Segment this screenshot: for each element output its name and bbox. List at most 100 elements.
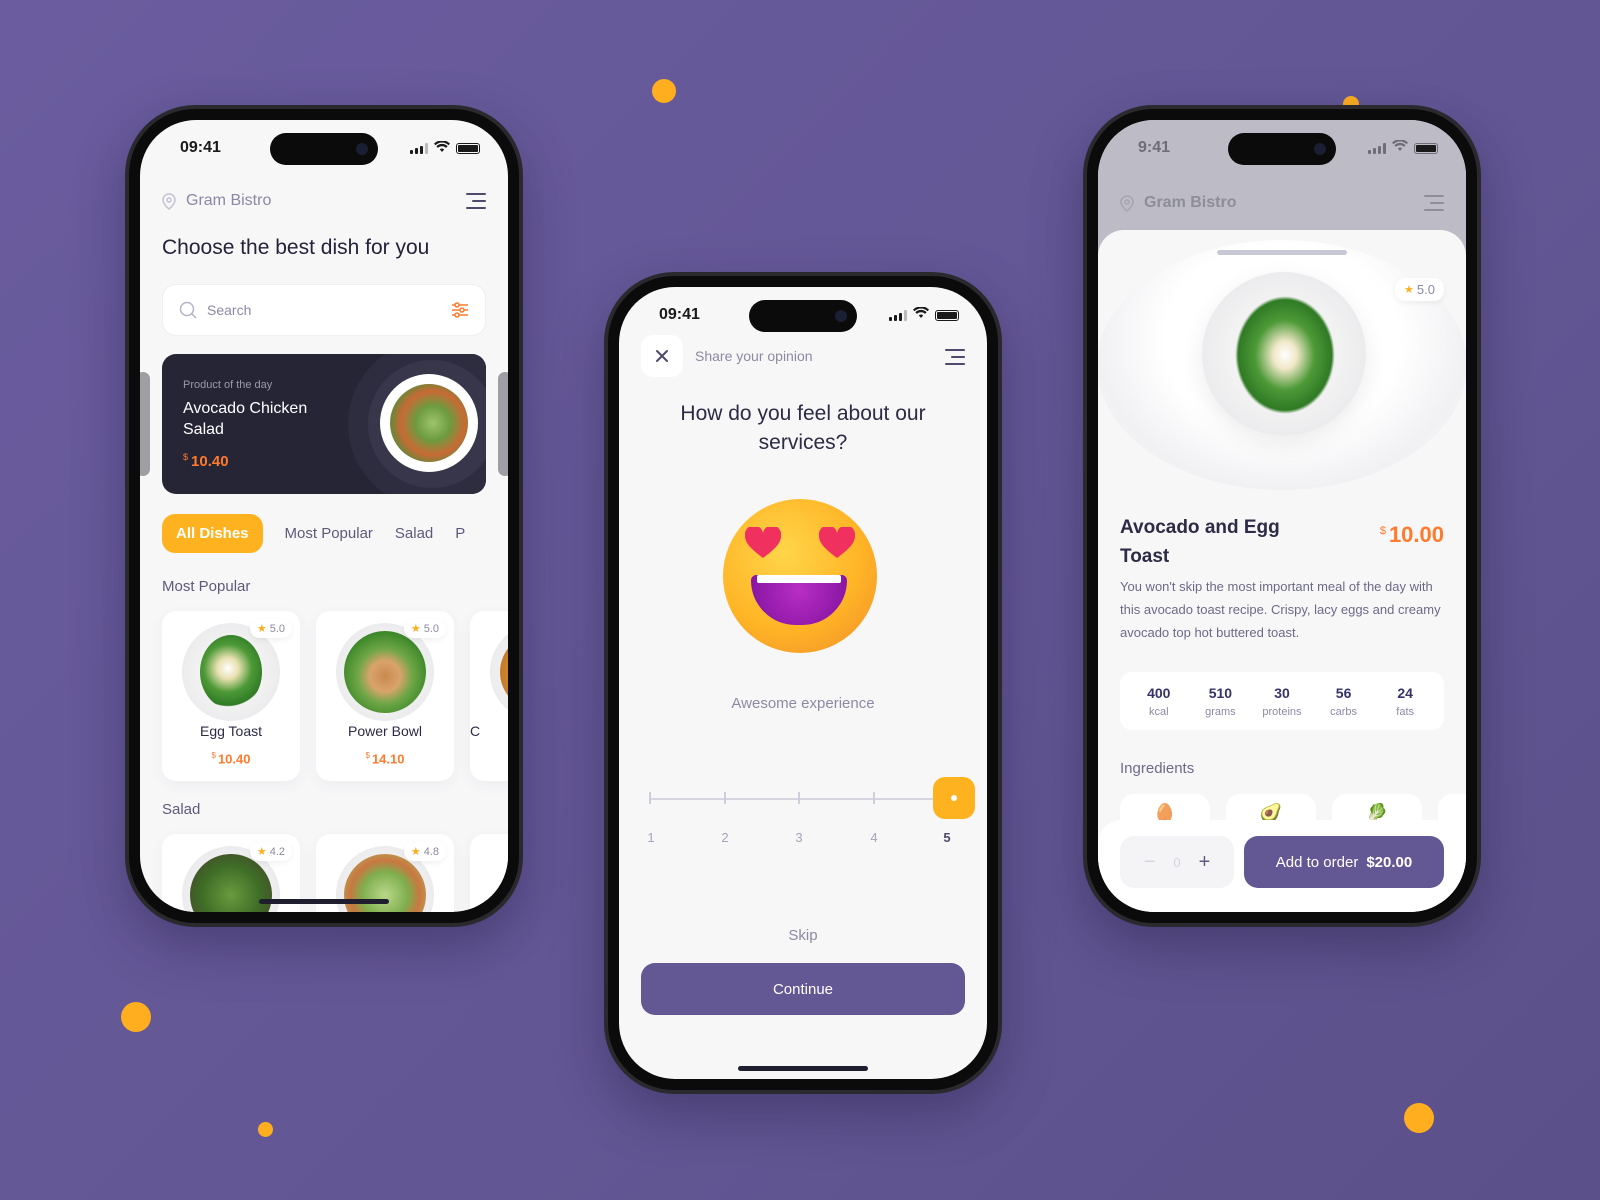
product-of-day-label: Product of the day — [183, 379, 273, 391]
location-name: Gram Bistro — [1144, 194, 1237, 211]
search-input[interactable]: Search — [162, 284, 486, 336]
location-pin-icon — [1120, 194, 1134, 212]
increase-button[interactable]: + — [1199, 851, 1211, 874]
filter-sliders-icon[interactable] — [451, 302, 469, 318]
feedback-label: Awesome experience — [731, 695, 875, 712]
decrease-button[interactable]: − — [1144, 851, 1156, 874]
screen-title: Share your opinion — [695, 348, 813, 364]
location-name: Gram Bistro — [186, 192, 272, 209]
decor-dot — [258, 1122, 273, 1137]
nutrition-item: 56 carbs — [1330, 684, 1358, 718]
phone-home: 09:41 ︎ Gram Bistro Choose the best dish… — [125, 105, 523, 927]
dish-name: Avocado and Egg Toast — [1120, 517, 1280, 567]
page-title: Choose the best dish for you — [162, 236, 430, 259]
decor-dot — [121, 1002, 151, 1032]
dish-price: $10.00 — [1379, 522, 1444, 547]
carousel-next-peek[interactable] — [498, 372, 508, 476]
rating-badge: ★ 4.8 — [403, 842, 446, 861]
star-icon: ★ — [410, 623, 421, 635]
star-icon: ★ — [1404, 284, 1414, 296]
nutrition-item: 24 fats — [1396, 684, 1415, 718]
dish-card[interactable]: ★ 5.0 Power Bowl $14.10 — [316, 611, 454, 781]
location-pin-icon — [162, 192, 176, 210]
feedback-screen: 09:41 Share your opinion How do you feel… — [619, 287, 987, 1079]
section-title: Salad — [162, 801, 201, 818]
star-icon: ★ — [410, 846, 421, 858]
order-bar: − 0 + Add to order $20.00 — [1098, 820, 1466, 912]
dish-name: Power Bowl — [348, 723, 422, 739]
wifi-icon — [1392, 139, 1408, 157]
decor-dot — [652, 79, 676, 103]
phone-dish-detail: 9:41 Gram Bistro ★ 5.0 Avocado and Egg To… — [1083, 105, 1481, 927]
nutrition-item: 510 grams — [1205, 684, 1236, 718]
star-icon: ★ — [256, 623, 267, 635]
product-name: Avocado Chicken Salad — [183, 400, 308, 438]
continue-button[interactable]: Continue — [641, 963, 965, 1015]
tab-salad[interactable]: Salad — [395, 525, 433, 542]
tab-most-popular[interactable]: Most Popular — [285, 525, 373, 542]
add-to-order-button[interactable]: Add to order $20.00 — [1244, 836, 1444, 888]
nutrition-item: 30 proteins — [1262, 684, 1302, 718]
product-price: $10.40 — [183, 452, 229, 470]
carousel-prev-peek[interactable] — [140, 372, 150, 476]
sheet-grabber[interactable] — [1217, 250, 1347, 255]
phone-feedback: 09:41 Share your opinion How do you feel… — [604, 272, 1002, 1094]
signal-icon — [1368, 142, 1386, 154]
status-time: 09:41 — [180, 139, 221, 156]
rating-slider[interactable] — [649, 777, 975, 821]
nutrition-item: 400 kcal — [1147, 684, 1171, 718]
status-bar: 9:41 — [1098, 136, 1466, 160]
dish-card[interactable] — [470, 834, 508, 912]
hamburger-menu-icon[interactable] — [466, 193, 486, 209]
product-of-the-day-card[interactable]: Product of the day Avocado Chicken Salad… — [162, 354, 486, 494]
signal-icon — [410, 142, 428, 154]
tab-more[interactable]: P — [455, 525, 465, 542]
quantity-value: 0 — [1173, 854, 1181, 870]
dish-name: C — [470, 723, 481, 739]
close-icon — [656, 350, 668, 362]
signal-icon — [889, 309, 907, 321]
rating-badge: ★ 5.0 — [1395, 278, 1444, 301]
search-icon — [179, 301, 197, 319]
home-indicator — [738, 1066, 868, 1071]
battery-icon — [1414, 142, 1438, 154]
star-icon: ★ — [256, 846, 267, 858]
search-placeholder: Search — [207, 302, 252, 318]
avocado-egg-toast-image — [1202, 272, 1366, 436]
status-time: 9:41 — [1138, 139, 1171, 156]
rating-badge: ★ 4.2 — [249, 842, 292, 861]
dish-card[interactable]: ★ 5.0 Egg Toast $10.40 — [162, 611, 300, 781]
status-bar: 09:41 — [619, 303, 987, 327]
status-bar: 09:41 ︎ — [140, 136, 508, 160]
salad-image — [380, 374, 478, 472]
nutrition-facts: 400 kcal 510 grams 30 proteins 56 carbs 24 fa… — [1120, 672, 1444, 730]
wifi-icon: ︎ — [434, 139, 450, 156]
rating-badge: ★ 5.0 — [403, 619, 446, 638]
dish-list: ★ 5.0 Egg Toast $10.40 ★ 5.0 Power Bowl $1… — [162, 611, 508, 781]
home-screen: 09:41 ︎ Gram Bistro Choose the best dish… — [140, 120, 508, 912]
slider-thumb[interactable] — [933, 777, 975, 819]
status-time: 09:41 — [659, 306, 700, 323]
hamburger-menu-icon[interactable] — [945, 349, 965, 365]
rating-scale-labels: 1 2 3 4 5 — [647, 830, 951, 845]
quantity-stepper: − 0 + — [1120, 836, 1234, 888]
close-button[interactable] — [641, 335, 683, 377]
order-total: $20.00 — [1366, 853, 1413, 871]
category-tabs: All Dishes Most Popular Salad P — [162, 514, 465, 553]
dish-detail-screen: 9:41 Gram Bistro ★ 5.0 Avocado and Egg To… — [1098, 120, 1466, 912]
home-indicator — [259, 899, 389, 904]
section-title: Most Popular — [162, 578, 251, 595]
battery-icon — [456, 142, 480, 154]
dish-card[interactable]: C — [470, 611, 508, 781]
hamburger-menu-icon — [1424, 195, 1444, 211]
decor-dot — [1404, 1103, 1434, 1133]
location-selector[interactable]: Gram Bistro — [162, 192, 271, 210]
dish-name: Egg Toast — [199, 723, 262, 739]
tab-all-dishes[interactable]: All Dishes — [162, 514, 263, 553]
question-text: How do you feel about our services? — [680, 402, 926, 454]
dish-description: You won't skip the most important meal o… — [1120, 579, 1441, 640]
ingredients-title: Ingredients — [1120, 760, 1195, 777]
skip-button[interactable]: Skip — [619, 927, 987, 944]
wifi-icon — [913, 306, 929, 324]
dish-price: $14.10 — [365, 751, 405, 767]
